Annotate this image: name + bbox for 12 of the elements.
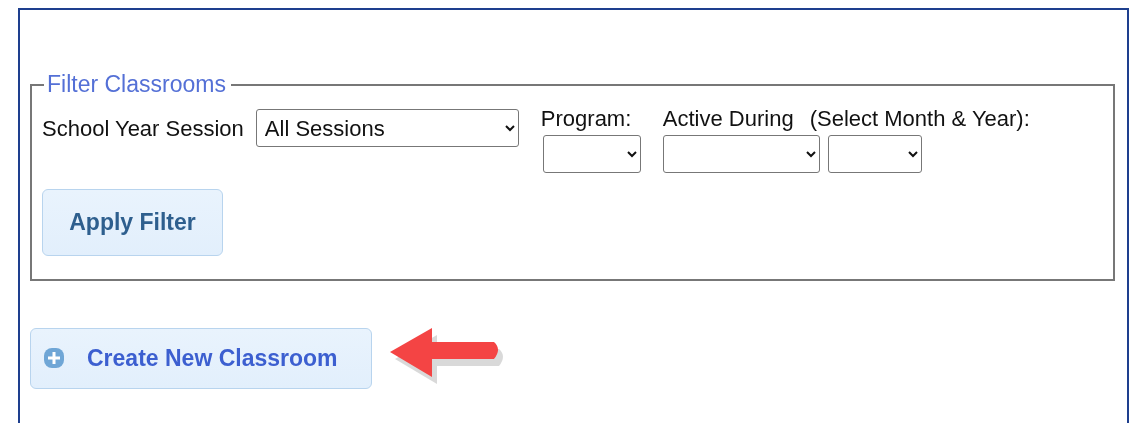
year-select[interactable] — [827, 135, 922, 173]
field-label: Active During — [662, 105, 794, 133]
field-label: Program: — [540, 105, 633, 133]
month-select[interactable] — [662, 135, 820, 173]
session-select[interactable]: All Sessions — [255, 109, 519, 147]
field-label: School Year Session — [42, 115, 244, 143]
apply-filter-button[interactable]: Apply Filter — [42, 189, 223, 256]
create-classroom-button[interactable]: Create New Classroom — [30, 327, 372, 389]
panel-legend: Filter Classrooms — [44, 73, 231, 96]
plus-icon — [43, 347, 65, 369]
field-label: (Select Month & Year): — [809, 105, 1030, 133]
program-select[interactable] — [542, 135, 641, 173]
